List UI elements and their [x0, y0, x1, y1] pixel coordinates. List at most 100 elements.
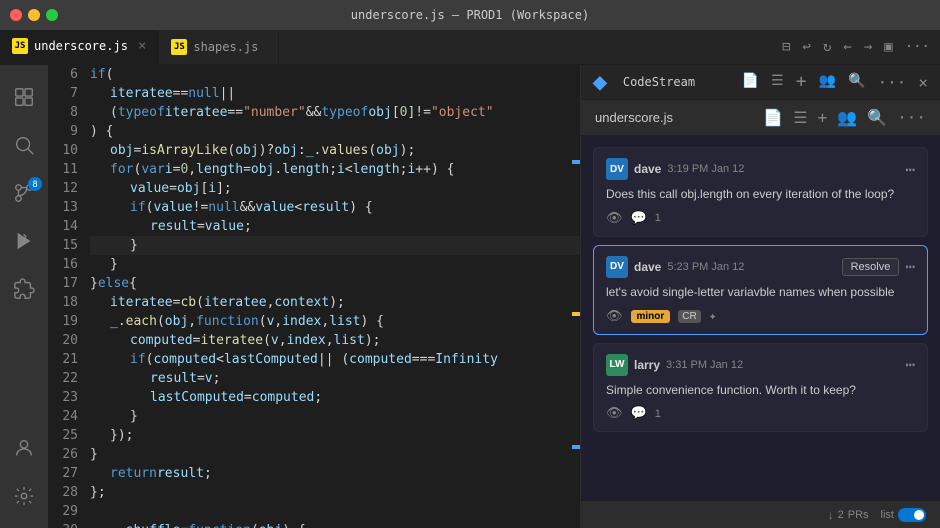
js-icon-2: JS — [171, 39, 187, 55]
pr-label: PRs — [848, 509, 869, 521]
comment-user-info-3: LW larry 3:31 PM Jan 12 — [606, 354, 743, 376]
window-title: underscore.js — PROD1 (Workspace) — [351, 8, 589, 22]
codestream-status-bar: ↓ 2 PRs list — [581, 500, 940, 528]
comment-user-info-1: DV dave 3:19 PM Jan 12 — [606, 158, 744, 180]
chat-icon-1: 💬 — [631, 211, 647, 226]
minimap — [572, 65, 580, 528]
new-comment-icon[interactable]: 📄 — [742, 73, 759, 92]
code-editor[interactable]: if ( iteratee == null || (typeof iterate… — [90, 65, 580, 528]
list-view-icon[interactable]: ☰ — [771, 73, 784, 92]
comment-actions-2: Resolve ⋯ — [842, 257, 915, 276]
document-icon[interactable]: 📄 — [763, 108, 783, 127]
editor-pane: 6 7 8 9 10 11 12 13 14 15 16 17 18 19 20… — [48, 65, 580, 528]
comment-time-3: 3:31 PM Jan 12 — [666, 359, 743, 371]
star-icon-2: ✦ — [709, 309, 717, 324]
tab-shapes-js[interactable]: JS shapes.js — [159, 30, 279, 64]
comment-footer-2: 👁 minor CR ✦ — [606, 309, 915, 324]
code-line-26: } — [90, 445, 580, 464]
tag-icon-2: CR — [678, 310, 700, 323]
code-line-18: iteratee = cb(iteratee, context); — [90, 293, 580, 312]
activity-source-control[interactable]: 8 — [0, 169, 48, 217]
code-line-23: lastComputed = computed; — [90, 388, 580, 407]
avatar-larry: LW — [606, 354, 628, 376]
eye-icon-3: 👁 — [606, 406, 623, 421]
comment-footer-1: 👁 💬 1 — [606, 211, 915, 226]
chat-icon-3: 💬 — [631, 406, 647, 421]
more-cs-icon[interactable]: ··· — [877, 73, 906, 92]
code-line-19: ! _.each(obj, function(v, index, list) { — [90, 312, 580, 331]
more-icon[interactable]: ··· — [905, 39, 930, 55]
code-line-14: result = value; — [90, 217, 580, 236]
main-area: 8 — [0, 65, 940, 528]
tab-bar: JS underscore.js × JS shapes.js ⊟ ↩ ↻ ← … — [0, 30, 940, 65]
avatar-dave-2: DV — [606, 256, 628, 278]
split-editor-icon[interactable]: ⊟ — [782, 39, 790, 55]
search-cs-icon[interactable]: 🔍 — [848, 73, 865, 92]
comment-footer-3: 👁 💬 1 — [606, 406, 915, 421]
comment-username-3: larry — [634, 358, 660, 372]
traffic-lights — [10, 9, 58, 21]
comment-menu-3[interactable]: ⋯ — [905, 355, 915, 374]
nav-back-icon[interactable]: ← — [843, 39, 851, 55]
list-status[interactable]: list — [881, 508, 926, 522]
activity-explorer[interactable] — [0, 73, 48, 121]
resolve-button-2[interactable]: Resolve — [842, 258, 900, 276]
list-toggle[interactable] — [898, 508, 926, 522]
code-line-25: }); — [90, 426, 580, 445]
nav-forward-icon[interactable]: → — [864, 39, 872, 55]
minimize-window-button[interactable] — [28, 9, 40, 21]
list-icon[interactable]: ☰ — [793, 108, 807, 127]
codestream-file-bar: underscore.js 📄 ☰ + 👥 🔍 ··· — [581, 100, 940, 135]
reply-count-3: 1 — [655, 408, 661, 420]
code-line-10: obj = isArrayLike(obj) ? obj : _.values(… — [90, 141, 580, 160]
layout-icon[interactable]: ▣ — [884, 39, 892, 55]
code-line-21: if (computed < lastComputed || (computed… — [90, 350, 580, 369]
down-arrow-icon: ↓ — [828, 508, 834, 522]
avatar-dave-1: DV — [606, 158, 628, 180]
close-cs-button[interactable]: × — [918, 73, 928, 92]
more-file-icon[interactable]: ··· — [897, 108, 926, 127]
search-file-icon[interactable]: 🔍 — [867, 108, 887, 127]
cs-file-actions: 📄 ☰ + 👥 🔍 ··· — [763, 108, 926, 127]
activity-search[interactable] — [0, 121, 48, 169]
code-line-8: (typeof iteratee == "number" && typeof o… — [90, 103, 580, 122]
comment-header-3: LW larry 3:31 PM Jan 12 ⋯ — [606, 354, 915, 376]
code-line-7: iteratee == null || — [90, 84, 580, 103]
reply-count-1: 1 — [655, 212, 661, 224]
people-icon[interactable]: 👥 — [819, 73, 836, 92]
add-comment-icon[interactable]: + — [818, 108, 828, 127]
comment-time-2: 5:23 PM Jan 12 — [667, 261, 744, 273]
code-line-9: ) { — [90, 122, 580, 141]
comment-user-info-2: DV dave 5:23 PM Jan 12 — [606, 256, 744, 278]
pr-status: ↓ 2 PRs — [828, 508, 869, 522]
activity-accounts[interactable] — [0, 424, 48, 472]
maximize-window-button[interactable] — [46, 9, 58, 21]
comment-card-1[interactable]: DV dave 3:19 PM Jan 12 ⋯ Does this call … — [593, 147, 928, 237]
comment-menu-1[interactable]: ⋯ — [905, 160, 915, 179]
close-window-button[interactable] — [10, 9, 22, 21]
code-area[interactable]: 6 7 8 9 10 11 12 13 14 15 16 17 18 19 20… — [48, 65, 580, 528]
tab-close-button[interactable]: × — [138, 39, 146, 53]
forward-icon-circle[interactable]: ↻ — [823, 39, 831, 55]
codestream-header-actions: 📄 ☰ + 👥 🔍 ··· × — [742, 73, 928, 92]
add-icon[interactable]: + — [796, 73, 807, 92]
activity-run[interactable] — [0, 217, 48, 265]
back-icon[interactable]: ↩ — [803, 39, 811, 55]
comment-text-2: let's avoid single-letter variavble name… — [606, 284, 915, 301]
code-line-20: computed = iteratee(v, index, list); — [90, 331, 580, 350]
source-control-badge: 8 — [28, 177, 42, 191]
team-icon[interactable]: 👥 — [837, 108, 857, 127]
comment-card-3[interactable]: LW larry 3:31 PM Jan 12 ⋯ Simple conveni… — [593, 343, 928, 433]
eye-icon-1: 👁 — [606, 211, 623, 226]
codestream-panel: ◆ CodeStream 📄 ☰ + 👥 🔍 ··· × underscore.… — [580, 65, 940, 528]
activity-extensions[interactable] — [0, 265, 48, 313]
tag-minor-2: minor — [631, 310, 671, 323]
codestream-header: ◆ CodeStream 📄 ☰ + 👥 🔍 ··· × — [581, 65, 940, 100]
tab-underscore-js[interactable]: JS underscore.js × — [0, 30, 159, 64]
eye-icon-2: 👁 — [606, 309, 623, 324]
codestream-tab[interactable]: CodeStream — [615, 71, 703, 93]
comment-card-2[interactable]: DV dave 5:23 PM Jan 12 Resolve ⋯ let's a… — [593, 245, 928, 335]
activity-settings[interactable] — [0, 472, 48, 520]
comment-menu-2[interactable]: ⋯ — [905, 257, 915, 276]
comment-text-3: Simple convenience function. Worth it to… — [606, 382, 915, 399]
